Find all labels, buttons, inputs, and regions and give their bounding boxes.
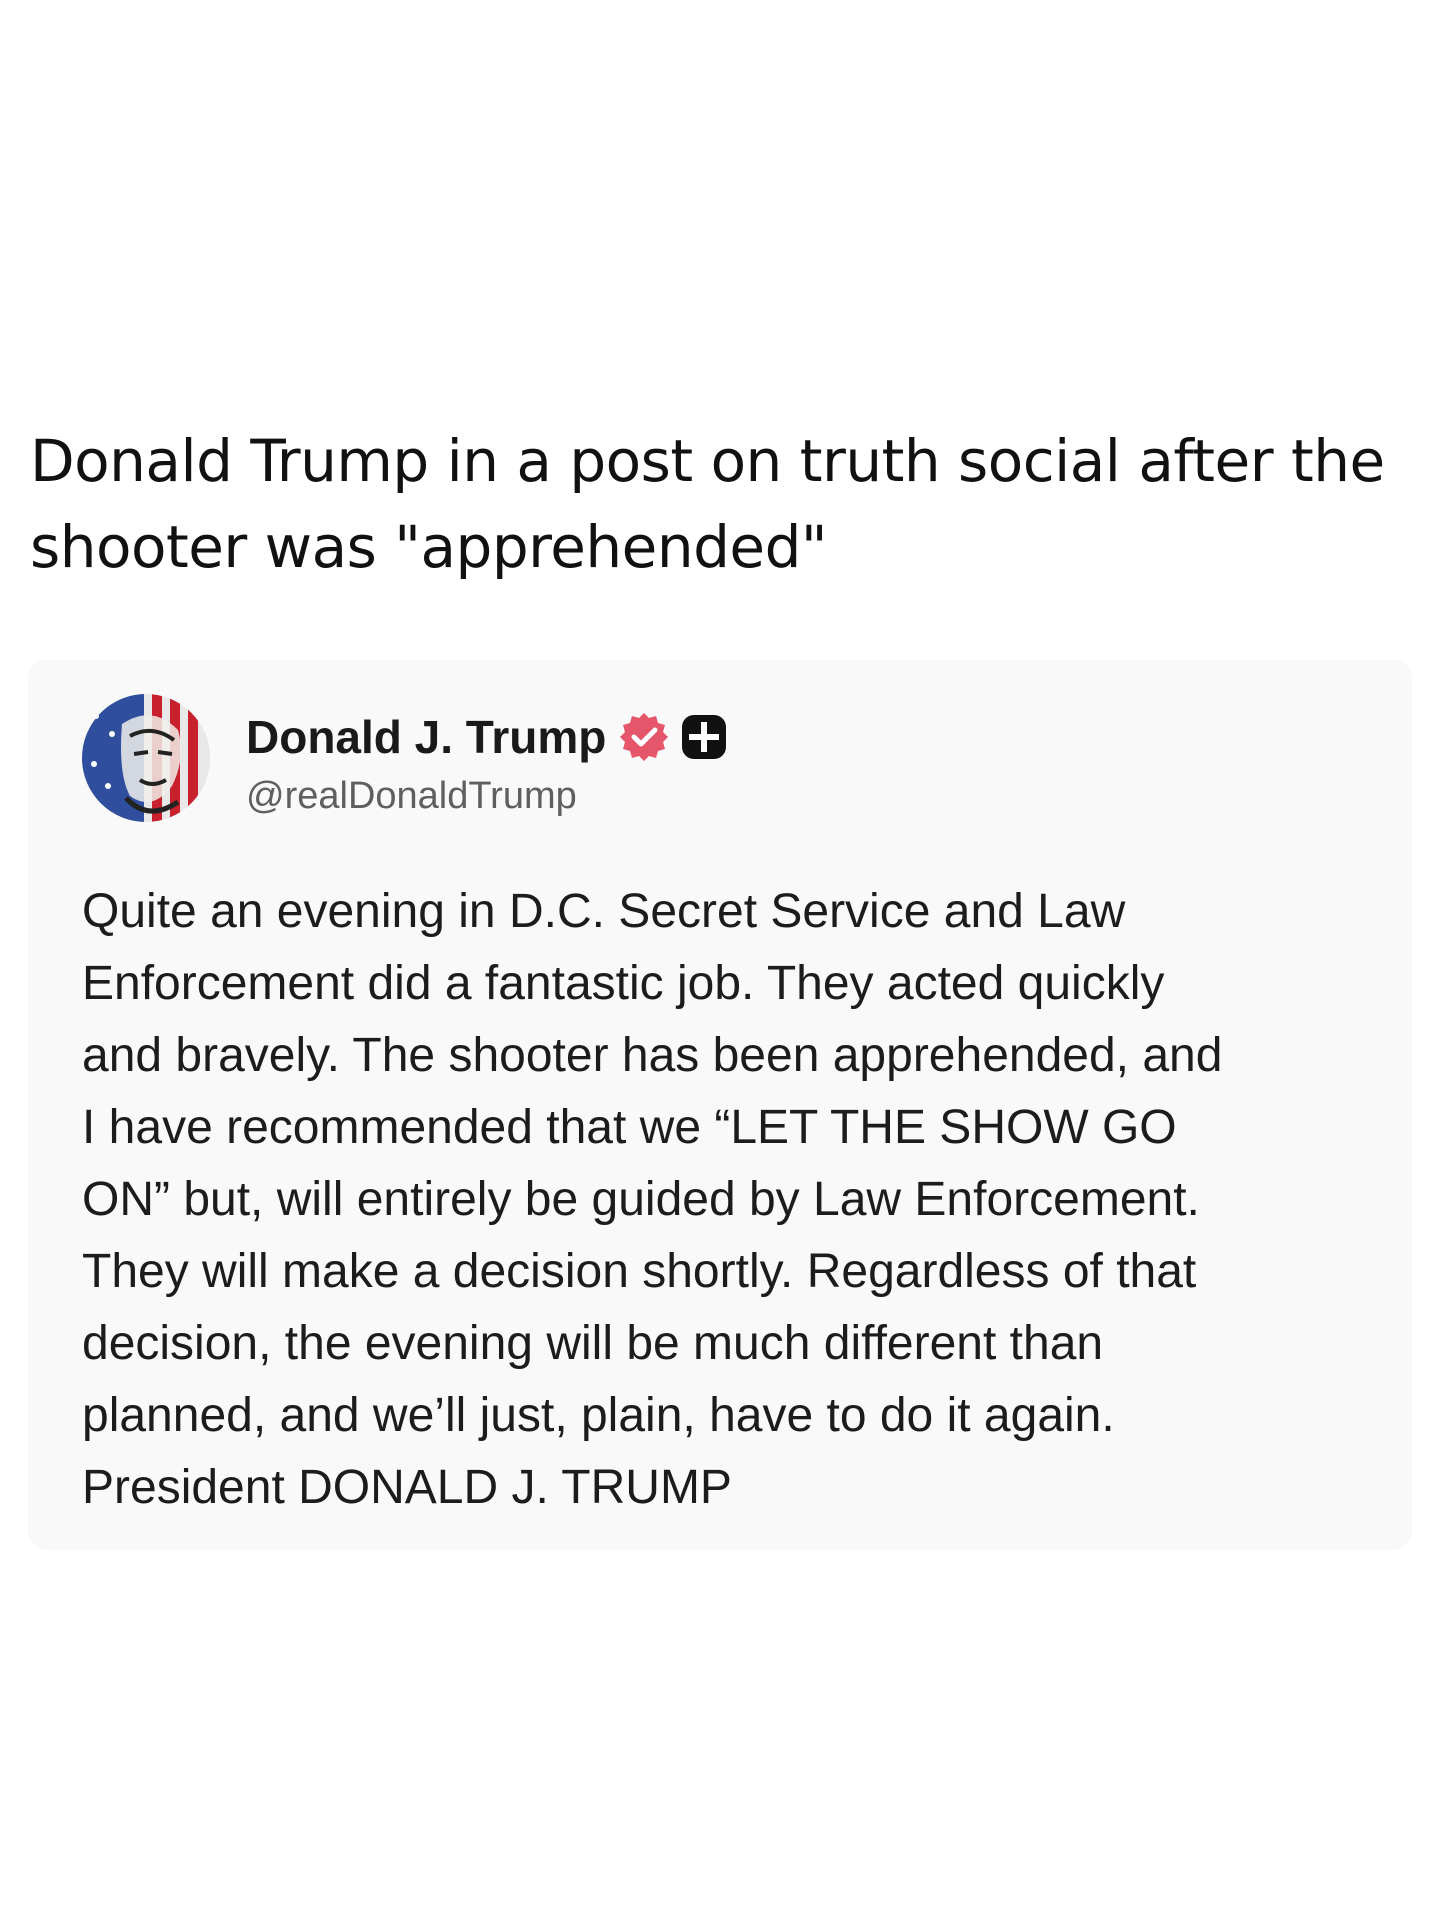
plus-badge-icon: [680, 713, 728, 761]
avatar-image: [82, 694, 210, 822]
author-handle[interactable]: @realDonaldTrump: [246, 774, 577, 818]
caption-text: Donald Trump in a post on truth social a…: [30, 427, 1385, 581]
author-name[interactable]: Donald J. Trump: [246, 710, 606, 764]
avatar[interactable]: [82, 694, 210, 822]
verified-badge-icon: [618, 711, 670, 763]
post-card: Donald J. Trump @realDonaldTrump Quite a…: [28, 660, 1412, 1550]
author-name-row[interactable]: Donald J. Trump: [246, 710, 728, 764]
post-body-text: Quite an evening in D.C. Secret Service …: [82, 885, 1223, 1514]
